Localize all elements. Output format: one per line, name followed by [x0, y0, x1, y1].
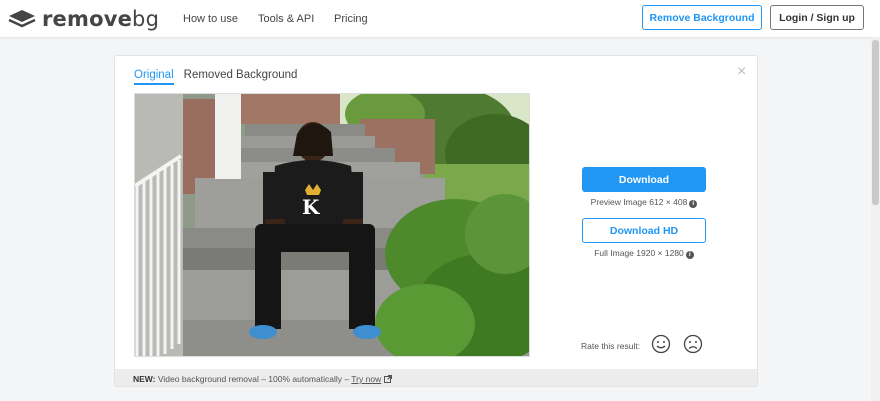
full-image-caption: Full Image 1920 × 1280 i — [582, 248, 706, 259]
external-link-icon[interactable] — [383, 375, 392, 383]
rate-label: Rate this result: — [581, 341, 641, 351]
nav-tools-api[interactable]: Tools & API — [258, 13, 314, 25]
logo[interactable]: removebg — [8, 6, 159, 32]
svg-text:K: K — [302, 195, 320, 219]
download-button[interactable]: Download — [582, 167, 706, 192]
tab-original[interactable]: Original — [134, 69, 174, 85]
nav-pricing[interactable]: Pricing — [334, 13, 368, 25]
footer-text: NEW: Video background removal – 100% aut… — [133, 374, 392, 384]
footer-banner: NEW: Video background removal – 100% aut… — [115, 369, 757, 386]
image-tabs: Original Removed Background — [134, 69, 297, 85]
original-photo: K — [134, 93, 530, 357]
top-navbar: removebg How to use Tools & API Pricing … — [0, 0, 880, 37]
login-signup-button[interactable]: Login / Sign up — [770, 5, 864, 30]
download-hd-button[interactable]: Download HD — [582, 218, 706, 243]
info-icon[interactable]: i — [689, 200, 698, 208]
info-icon[interactable]: i — [685, 251, 694, 259]
preview-image-caption: Preview Image 612 × 408 i — [582, 197, 706, 208]
close-icon[interactable]: × — [737, 64, 746, 80]
nav-how-to-use[interactable]: How to use — [183, 13, 238, 25]
logo-text: removebg — [42, 7, 160, 31]
tab-removed-background[interactable]: Removed Background — [184, 69, 298, 85]
remove-background-button[interactable]: Remove Background — [642, 5, 762, 30]
scrollbar-thumb[interactable] — [872, 40, 879, 205]
result-card: Original Removed Background × K Download… — [114, 55, 758, 387]
logo-layers-icon — [8, 10, 36, 28]
frown-icon[interactable] — [683, 334, 703, 354]
photo-illustration: K — [135, 94, 529, 356]
smile-icon[interactable] — [651, 334, 671, 354]
try-now-link[interactable]: Try now — [351, 374, 381, 384]
